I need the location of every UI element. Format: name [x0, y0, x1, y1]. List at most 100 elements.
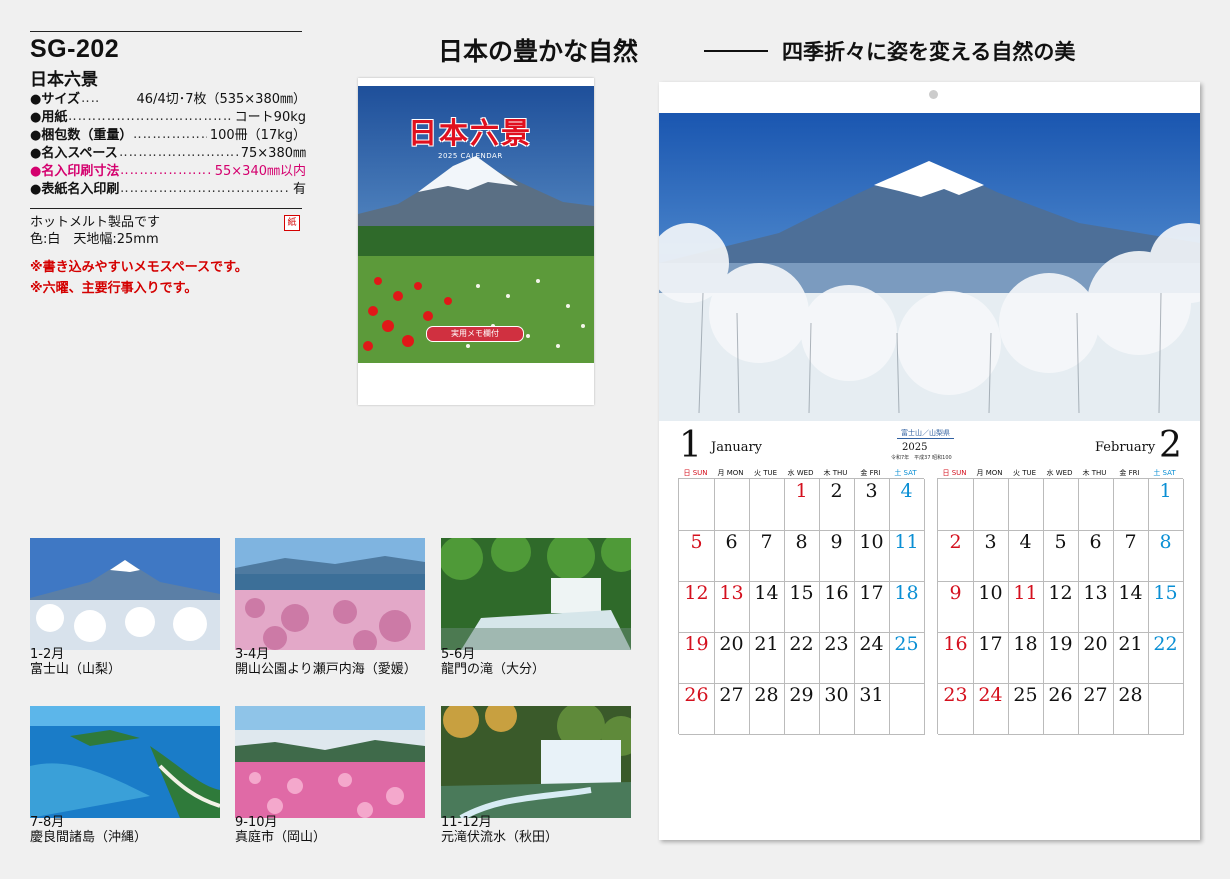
day-number: 18: [894, 582, 919, 604]
day-cell[interactable]: 1: [1148, 479, 1184, 531]
day-cell[interactable]: 28: [1113, 683, 1149, 735]
day-cell[interactable]: 18: [1008, 632, 1044, 684]
day-cell[interactable]: 25: [1008, 683, 1044, 735]
spec-value: 100冊（17kg）: [207, 128, 306, 144]
day-cell[interactable]: 12: [1043, 581, 1079, 633]
day-cell[interactable]: 23: [938, 683, 974, 735]
day-cell[interactable]: 22: [1148, 632, 1184, 684]
day-cell[interactable]: 4: [889, 479, 925, 531]
day-cell[interactable]: 18: [889, 581, 925, 633]
day-cell[interactable]: 5: [1043, 530, 1079, 582]
day-cell[interactable]: 7: [749, 530, 785, 582]
day-cell[interactable]: 6: [714, 530, 750, 582]
hanging-hole: [929, 90, 938, 99]
day-cell[interactable]: 3: [854, 479, 890, 531]
day-number: 2: [830, 480, 843, 502]
day-cell[interactable]: 30: [819, 683, 855, 735]
thumb-kerama: [30, 706, 220, 818]
day-cell[interactable]: 9: [819, 530, 855, 582]
day-number: 22: [1153, 633, 1178, 655]
spec-dots: ‥‥‥‥‥‥‥‥‥‥‥: [120, 163, 212, 178]
spec-row: ●サイズ ‥‥ 46/4切･7枚（535×380㎜）: [30, 91, 306, 108]
day-cell[interactable]: 11: [889, 530, 925, 582]
day-cell[interactable]: 20: [1078, 632, 1114, 684]
weekday-header: 日 SUN: [683, 469, 708, 477]
empty-cell[interactable]: [1148, 683, 1184, 735]
day-cell[interactable]: 19: [1043, 632, 1079, 684]
empty-cell[interactable]: [889, 683, 925, 735]
weekday-header: 火 TUE: [1012, 469, 1037, 477]
weekday-header: 土 SAT: [1153, 469, 1176, 477]
empty-cell[interactable]: [1078, 479, 1114, 531]
spec-row: ●名入スペース‥‥‥‥‥‥‥‥‥‥‥‥‥‥‥‥75×380㎜: [30, 145, 306, 162]
day-cell[interactable]: 31: [854, 683, 890, 735]
day-cell[interactable]: 17: [854, 581, 890, 633]
weekday-header: 木 THU: [1082, 469, 1107, 477]
day-number: 19: [684, 633, 709, 655]
empty-cell[interactable]: [1043, 479, 1079, 531]
day-cell[interactable]: 13: [1078, 581, 1114, 633]
spec-dots: ‥‥‥‥‥‥‥‥‥‥‥‥‥‥‥‥: [119, 145, 238, 160]
day-cell[interactable]: 28: [749, 683, 785, 735]
month-photo: [659, 113, 1200, 421]
empty-cell[interactable]: [973, 479, 1009, 531]
empty-cell[interactable]: [714, 479, 750, 531]
empty-cell[interactable]: [679, 479, 715, 531]
thumb-place: 開山公園より瀬戸内海（愛媛）: [235, 662, 417, 677]
day-cell[interactable]: 10: [854, 530, 890, 582]
day-cell[interactable]: 10: [973, 581, 1009, 633]
day-cell[interactable]: 21: [1113, 632, 1149, 684]
day-cell[interactable]: 1: [784, 479, 820, 531]
day-cell[interactable]: 27: [714, 683, 750, 735]
empty-cell[interactable]: [938, 479, 974, 531]
empty-cell[interactable]: [749, 479, 785, 531]
day-cell[interactable]: 27: [1078, 683, 1114, 735]
day-cell[interactable]: 4: [1008, 530, 1044, 582]
day-cell[interactable]: 6: [1078, 530, 1114, 582]
day-cell[interactable]: 22: [784, 632, 820, 684]
day-cell[interactable]: 13: [714, 581, 750, 633]
day-cell[interactable]: 15: [784, 581, 820, 633]
day-cell[interactable]: 23: [819, 632, 855, 684]
day-cell[interactable]: 9: [938, 581, 974, 633]
day-cell[interactable]: 16: [819, 581, 855, 633]
month-number-right: 2: [1159, 425, 1182, 466]
day-cell[interactable]: 7: [1113, 530, 1149, 582]
day-cell[interactable]: 14: [749, 581, 785, 633]
day-cell[interactable]: 11: [1008, 581, 1044, 633]
weekday-header: 金 FRI: [860, 469, 881, 477]
day-cell[interactable]: 8: [1148, 530, 1184, 582]
day-cell[interactable]: 26: [679, 683, 715, 735]
thumb-place: 慶良間諸島（沖縄）: [30, 830, 148, 845]
day-cell[interactable]: 14: [1113, 581, 1149, 633]
day-cell[interactable]: 15: [1148, 581, 1184, 633]
day-number: 5: [1054, 531, 1067, 553]
day-number: 1: [1159, 480, 1172, 502]
day-cell[interactable]: 17: [973, 632, 1009, 684]
day-cell[interactable]: 16: [938, 632, 974, 684]
day-cell[interactable]: 8: [784, 530, 820, 582]
day-cell[interactable]: 3: [973, 530, 1009, 582]
day-cell[interactable]: 12: [679, 581, 715, 633]
spec-dots: ‥‥‥‥‥‥‥‥‥‥‥‥‥‥‥‥‥‥‥‥: [120, 181, 290, 196]
thumb-place: 富士山（山梨）: [30, 662, 122, 677]
day-cell[interactable]: 2: [819, 479, 855, 531]
day-cell[interactable]: 26: [1043, 683, 1079, 735]
empty-cell[interactable]: [1008, 479, 1044, 531]
day-number: 5: [690, 531, 703, 553]
day-cell[interactable]: 19: [679, 632, 715, 684]
day-cell[interactable]: 25: [889, 632, 925, 684]
calendar-year: 2025: [902, 442, 928, 453]
day-cell[interactable]: 5: [679, 530, 715, 582]
day-cell[interactable]: 24: [854, 632, 890, 684]
empty-cell[interactable]: [1113, 479, 1149, 531]
day-cell[interactable]: 21: [749, 632, 785, 684]
day-number: 7: [760, 531, 773, 553]
day-cell[interactable]: 2: [938, 530, 974, 582]
thumb-months: 7-8月: [30, 815, 65, 830]
day-number: 6: [1089, 531, 1102, 553]
day-cell[interactable]: 29: [784, 683, 820, 735]
day-cell[interactable]: 24: [973, 683, 1009, 735]
cover-year: 2025 CALENDAR: [438, 152, 503, 160]
day-cell[interactable]: 20: [714, 632, 750, 684]
